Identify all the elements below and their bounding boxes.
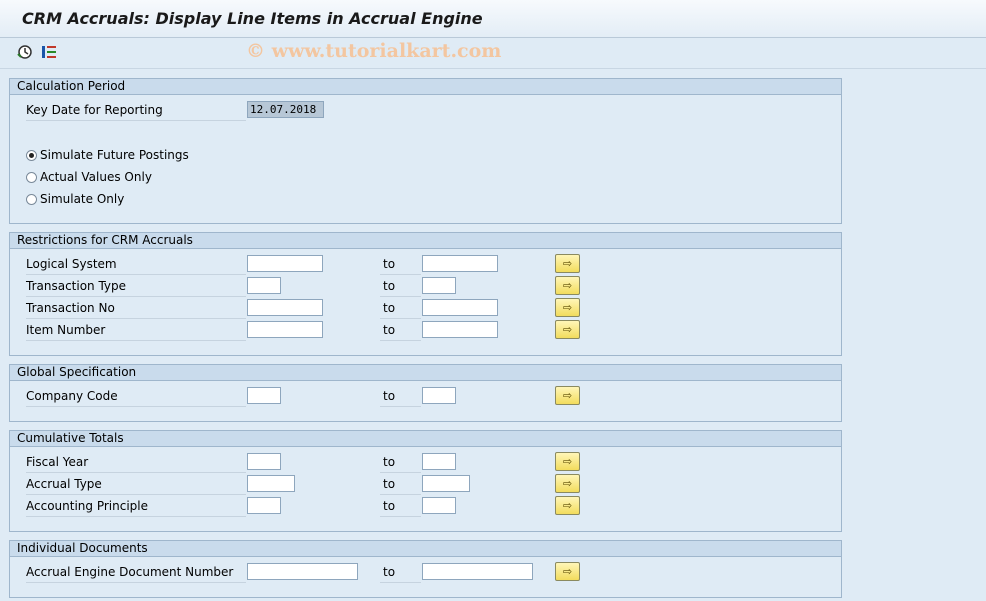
to-label: to <box>380 277 421 297</box>
transaction-type-from-input[interactable] <box>247 277 281 294</box>
company-code-label: Company Code <box>26 387 246 407</box>
fiscal-year-label: Fiscal Year <box>26 453 246 473</box>
radio-simulate-only[interactable]: Simulate Only <box>26 190 124 208</box>
company-code-to-input[interactable] <box>422 387 456 404</box>
radio-label: Simulate Future Postings <box>40 148 189 162</box>
transaction-type-label: Transaction Type <box>26 277 246 297</box>
group-title: Cumulative Totals <box>10 431 841 447</box>
transaction-type-to-input[interactable] <box>422 277 456 294</box>
title-bar: CRM Accruals: Display Line Items in Accr… <box>0 0 986 38</box>
multiple-selection-button[interactable]: ⇨ <box>555 276 580 295</box>
group-cumulative-totals: Cumulative Totals Fiscal Year to ⇨ Accru… <box>9 430 842 532</box>
watermark: © www.tutorialkart.com <box>246 40 502 62</box>
group-restrictions: Restrictions for CRM Accruals Logical Sy… <box>9 232 842 356</box>
page-title: CRM Accruals: Display Line Items in Accr… <box>22 9 483 28</box>
key-date-field[interactable]: 12.07.2018 <box>247 101 324 118</box>
accrual-type-to-input[interactable] <box>422 475 470 492</box>
to-label: to <box>380 453 421 473</box>
accounting-principle-to-input[interactable] <box>422 497 456 514</box>
application-toolbar: © www.tutorialkart.com <box>0 38 986 69</box>
group-title: Restrictions for CRM Accruals <box>10 233 841 249</box>
multiple-selection-button[interactable]: ⇨ <box>555 320 580 339</box>
group-calculation-period: Calculation Period Key Date for Reportin… <box>9 78 842 224</box>
transaction-no-to-input[interactable] <box>422 299 498 316</box>
radio-simulate-future-postings[interactable]: Simulate Future Postings <box>26 146 189 164</box>
accrual-type-label: Accrual Type <box>26 475 246 495</box>
radio-label: Actual Values Only <box>40 170 152 184</box>
accrual-engine-document-number-to-input[interactable] <box>422 563 533 580</box>
item-number-to-input[interactable] <box>422 321 498 338</box>
item-number-from-input[interactable] <box>247 321 323 338</box>
radio-actual-values-only[interactable]: Actual Values Only <box>26 168 152 186</box>
logical-system-label: Logical System <box>26 255 246 275</box>
to-label: to <box>380 299 421 319</box>
fiscal-year-to-input[interactable] <box>422 453 456 470</box>
company-code-from-input[interactable] <box>247 387 281 404</box>
to-label: to <box>380 475 421 495</box>
radio-selected-indicator <box>26 150 37 161</box>
multiple-selection-button[interactable]: ⇨ <box>555 452 580 471</box>
group-title: Individual Documents <box>10 541 841 557</box>
multiple-selection-button[interactable]: ⇨ <box>555 562 580 581</box>
radio-label: Simulate Only <box>40 192 125 206</box>
to-label: to <box>380 321 421 341</box>
logical-system-to-input[interactable] <box>422 255 498 272</box>
transaction-no-from-input[interactable] <box>247 299 323 316</box>
fiscal-year-from-input[interactable] <box>247 453 281 470</box>
to-label: to <box>380 255 421 275</box>
multiple-selection-button[interactable]: ⇨ <box>555 474 580 493</box>
to-label: to <box>380 497 421 517</box>
transaction-no-label: Transaction No <box>26 299 246 319</box>
group-title: Global Specification <box>10 365 841 381</box>
radio-indicator <box>26 194 37 205</box>
to-label: to <box>380 563 421 583</box>
accounting-principle-label: Accounting Principle <box>26 497 246 517</box>
logical-system-from-input[interactable] <box>247 255 323 272</box>
group-title: Calculation Period <box>10 79 841 95</box>
accrual-type-from-input[interactable] <box>247 475 295 492</box>
execute-icon[interactable] <box>17 44 33 60</box>
accrual-engine-document-number-from-input[interactable] <box>247 563 358 580</box>
group-individual-documents: Individual Documents Accrual Engine Docu… <box>9 540 842 598</box>
to-label: to <box>380 387 421 407</box>
variant-icon[interactable] <box>41 44 57 60</box>
radio-indicator <box>26 172 37 183</box>
group-global-specification: Global Specification Company Code to ⇨ <box>9 364 842 422</box>
accrual-engine-document-number-label: Accrual Engine Document Number <box>26 563 246 583</box>
multiple-selection-button[interactable]: ⇨ <box>555 254 580 273</box>
multiple-selection-button[interactable]: ⇨ <box>555 386 580 405</box>
multiple-selection-button[interactable]: ⇨ <box>555 496 580 515</box>
accounting-principle-from-input[interactable] <box>247 497 281 514</box>
item-number-label: Item Number <box>26 321 246 341</box>
multiple-selection-button[interactable]: ⇨ <box>555 298 580 317</box>
key-date-label: Key Date for Reporting <box>26 101 246 121</box>
